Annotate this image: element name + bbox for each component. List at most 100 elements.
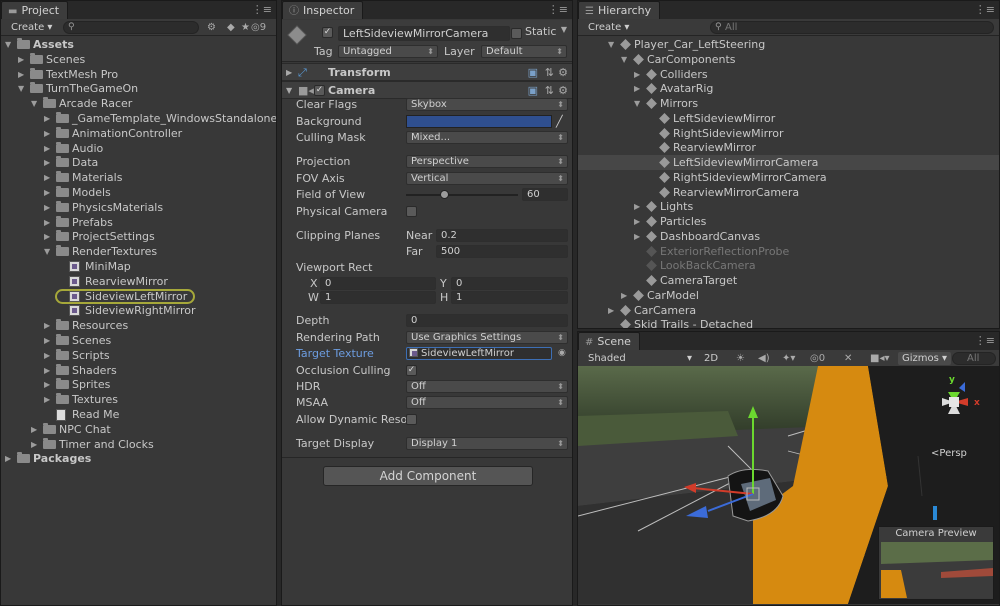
background-color-swatch[interactable]	[406, 115, 552, 128]
foldout-arrow-icon[interactable]: ▶	[31, 437, 37, 452]
project-tree-item[interactable]: ▶ TextMesh Pro	[1, 67, 276, 82]
camera-enabled-checkbox[interactable]: ✓	[314, 85, 325, 96]
object-picker-icon[interactable]: ◉	[558, 345, 566, 362]
hierarchy-item[interactable]: ▶ CarModel	[578, 288, 999, 303]
foldout-arrow-icon[interactable]: ▼	[608, 37, 614, 52]
foldout-arrow-icon[interactable]: ▶	[18, 67, 24, 82]
foldout-arrow-icon[interactable]: ▶	[44, 185, 50, 200]
foldout-arrow-icon[interactable]: ▶	[44, 333, 50, 348]
projection-dropdown[interactable]: Perspective ⬍	[406, 155, 568, 168]
foldout-arrow-icon[interactable]: ▶	[44, 200, 50, 215]
project-tree-item[interactable]: ▶ Shaders	[1, 363, 276, 378]
foldout-arrow-icon[interactable]: ▶	[44, 392, 50, 407]
occlusion-culling-checkbox[interactable]: ✓	[406, 365, 417, 376]
foldout-arrow-icon[interactable]: ▼	[5, 37, 11, 52]
help-book-icon[interactable]: ▣	[528, 64, 538, 82]
hierarchy-item[interactable]: RearviewMirror	[578, 140, 999, 155]
viewport-w-field[interactable]: 1	[320, 291, 436, 304]
target-texture-field[interactable]: SideviewLeftMirror	[406, 347, 552, 360]
foldout-arrow-icon[interactable]: ▶	[44, 141, 50, 156]
foldout-arrow-icon[interactable]: ▶	[634, 81, 640, 96]
filter-by-type-icon[interactable]: ⚙	[207, 21, 216, 34]
panel-menu-icon[interactable]: ⋮≡	[252, 3, 272, 16]
fov-slider-track[interactable]	[406, 194, 518, 196]
hierarchy-item[interactable]: ExteriorReflectionProbe	[578, 244, 999, 259]
msaa-dropdown[interactable]: Off ⬍	[406, 396, 568, 409]
hierarchy-item[interactable]: ▼ CarComponents	[578, 52, 999, 67]
project-tree-item[interactable]: ▶ NPC Chat	[1, 422, 276, 437]
hierarchy-item[interactable]: ▶ DashboardCanvas	[578, 229, 999, 244]
foldout-arrow-icon[interactable]: ▶	[44, 111, 50, 126]
tab-project[interactable]: ▬ Project	[1, 1, 69, 19]
hierarchy-item[interactable]: ▶ Lights	[578, 199, 999, 214]
project-tree-item[interactable]: ▶ Timer and Clocks	[1, 437, 276, 452]
hierarchy-item[interactable]: ▼ Mirrors	[578, 96, 999, 111]
tab-inspector[interactable]: ⓘ Inspector	[282, 1, 364, 19]
foldout-arrow-icon[interactable]: ▶	[608, 303, 614, 318]
foldout-arrow-icon[interactable]: ▶	[621, 288, 627, 303]
foldout-arrow-icon[interactable]: ▼	[18, 81, 24, 96]
hierarchy-item[interactable]: RightSideviewMirror	[578, 126, 999, 141]
project-tree-item[interactable]: SideviewLeftMirror	[1, 289, 276, 304]
foldout-arrow-icon[interactable]: ▶	[31, 422, 37, 437]
project-tree-item[interactable]: MiniMap	[1, 259, 276, 274]
foldout-arrow-icon[interactable]: ▶	[286, 64, 292, 82]
target-display-dropdown[interactable]: Display 1 ⬍	[406, 437, 568, 450]
project-tree-item[interactable]: ▶ _GameTemplate_WindowsStandalone	[1, 111, 276, 126]
audio-toggle-icon[interactable]: ◀)	[758, 352, 770, 365]
project-tree-item[interactable]: ▶ Models	[1, 185, 276, 200]
static-dropdown-arrow[interactable]: ▼	[561, 25, 567, 34]
foldout-arrow-icon[interactable]: ▶	[634, 199, 640, 214]
foldout-arrow-icon[interactable]: ▼	[621, 52, 627, 67]
create-dropdown[interactable]: Create ▾	[7, 21, 52, 34]
hierarchy-item[interactable]: LookBackCamera	[578, 258, 999, 273]
foldout-arrow-icon[interactable]: ▼	[44, 244, 50, 259]
project-tree-item[interactable]: ▶ Audio	[1, 141, 276, 156]
culling-mask-dropdown[interactable]: Mixed... ⬍	[406, 131, 568, 144]
project-tree-item[interactable]: ▶ Textures	[1, 392, 276, 407]
hierarchy-item[interactable]: LeftSideviewMirror	[578, 111, 999, 126]
physical-camera-checkbox[interactable]	[406, 206, 417, 217]
hierarchy-search-input[interactable]: ⚲ All	[710, 21, 994, 34]
project-tree-item[interactable]: ▶ PhysicsMaterials	[1, 200, 276, 215]
hierarchy-item[interactable]: ▶ Colliders	[578, 67, 999, 82]
persp-label[interactable]: <Persp	[931, 448, 967, 459]
project-tree-item[interactable]: ▶ AnimationController	[1, 126, 276, 141]
project-tree-item[interactable]: ▶ Prefabs	[1, 215, 276, 230]
project-tree-item[interactable]: ▶ Packages	[1, 451, 276, 466]
project-tree-item[interactable]: ▶ ProjectSettings	[1, 229, 276, 244]
project-tree-item[interactable]: ▶ Materials	[1, 170, 276, 185]
foldout-arrow-icon[interactable]: ▶	[5, 451, 11, 466]
far-plane-field[interactable]: 500	[436, 245, 568, 258]
project-tree-item[interactable]: ▶ Data	[1, 155, 276, 170]
tab-scene[interactable]: # Scene	[578, 332, 640, 350]
fov-value-field[interactable]: 60	[522, 188, 568, 201]
project-tree-item[interactable]: ▶ Scripts	[1, 348, 276, 363]
hierarchy-item[interactable]: ▶ AvatarRig	[578, 81, 999, 96]
layer-dropdown[interactable]: Default ⬍	[481, 45, 567, 58]
project-tree-item[interactable]: ▼ Assets	[1, 37, 276, 52]
foldout-arrow-icon[interactable]: ▶	[44, 170, 50, 185]
foldout-arrow-icon[interactable]: ▶	[44, 126, 50, 141]
foldout-arrow-icon[interactable]: ▶	[44, 348, 50, 363]
clear-flags-dropdown[interactable]: Skybox ⬍	[406, 98, 568, 111]
project-tree-item[interactable]: ▼ Arcade Racer	[1, 96, 276, 111]
foldout-arrow-icon[interactable]: ▶	[44, 377, 50, 392]
allow-dynamic-resolution-checkbox[interactable]	[406, 414, 417, 425]
near-plane-field[interactable]: 0.2	[436, 229, 568, 242]
scene-orientation-gizmo[interactable]: y x	[922, 370, 992, 434]
foldout-arrow-icon[interactable]: ▶	[634, 229, 640, 244]
object-name-field[interactable]: LeftSideviewMirrorCamera	[338, 26, 510, 41]
foldout-arrow-icon[interactable]: ▶	[44, 363, 50, 378]
viewport-h-field[interactable]: 1	[451, 291, 568, 304]
foldout-arrow-icon[interactable]: ▼	[31, 96, 37, 111]
project-tree-item[interactable]: ▼ TurnTheGameOn	[1, 81, 276, 96]
component-settings-gear-icon[interactable]: ⚙	[558, 64, 568, 82]
project-tree-item[interactable]: SideviewRightMirror	[1, 303, 276, 318]
eyedropper-icon[interactable]: ╱	[556, 113, 563, 130]
lighting-toggle-icon[interactable]: ☀	[736, 352, 745, 365]
foldout-arrow-icon[interactable]: ▶	[44, 318, 50, 333]
foldout-arrow-icon[interactable]: ▶	[634, 67, 640, 82]
hierarchy-item[interactable]: CameraTarget	[578, 273, 999, 288]
foldout-arrow-icon[interactable]: ▼	[634, 96, 640, 111]
